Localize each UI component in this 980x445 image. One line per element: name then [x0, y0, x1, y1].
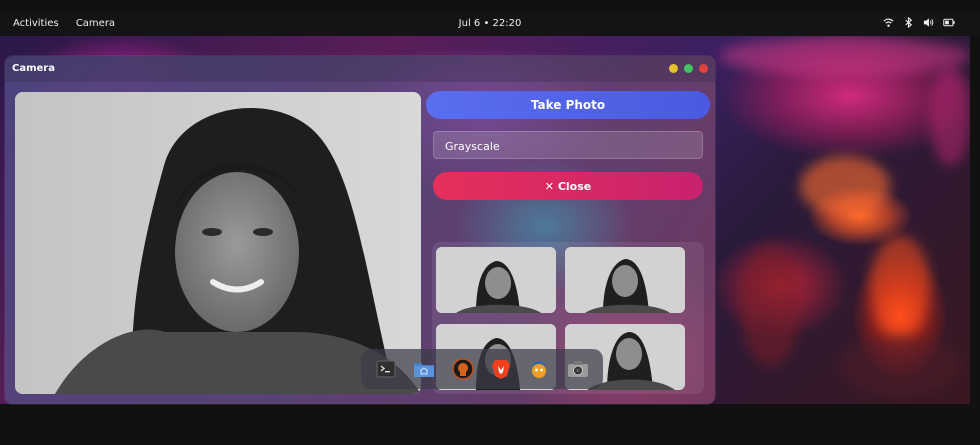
filter-dropdown[interactable]: Grayscale	[433, 131, 703, 159]
clock[interactable]: Jul 6 • 22:20	[0, 18, 980, 29]
window-titlebar[interactable]: Camera	[5, 56, 715, 82]
camera-preview	[15, 92, 421, 394]
photo-thumbnail[interactable]	[436, 247, 556, 313]
photo-thumbnail[interactable]	[565, 247, 685, 313]
top-bar: Activities Camera Jul 6 • 22:20	[0, 12, 980, 36]
minimize-button[interactable]	[669, 64, 678, 73]
brave-browser-icon[interactable]	[489, 357, 513, 381]
terminal-icon[interactable]	[374, 357, 398, 381]
camera-icon[interactable]	[566, 357, 590, 381]
window-close-button[interactable]	[699, 64, 708, 73]
system-tray[interactable]	[883, 16, 955, 29]
close-icon: ✕	[544, 179, 554, 193]
files-icon[interactable]	[412, 357, 436, 381]
camera-window: Camera Take Photo Grayscale ✕ Close	[5, 56, 715, 404]
window-title: Camera	[12, 63, 55, 74]
app-icon[interactable]	[527, 357, 551, 381]
take-photo-button[interactable]: Take Photo	[426, 91, 710, 119]
battery-icon[interactable]	[943, 17, 955, 28]
close-button-label: Close	[557, 179, 592, 193]
dock	[361, 349, 603, 389]
close-camera-button[interactable]: ✕ Close	[433, 172, 703, 200]
volume-icon[interactable]	[923, 17, 934, 28]
maximize-button[interactable]	[684, 64, 693, 73]
wifi-icon[interactable]	[883, 17, 894, 28]
app-icon[interactable]	[451, 357, 475, 381]
bluetooth-icon[interactable]	[903, 16, 914, 29]
